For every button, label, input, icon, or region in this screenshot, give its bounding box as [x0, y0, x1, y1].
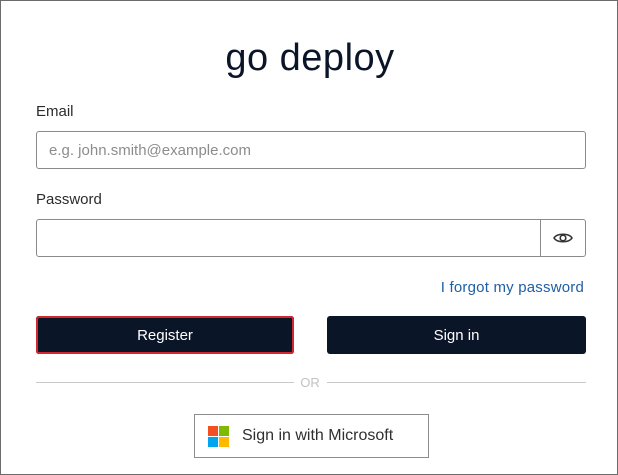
- app-title: go deploy: [225, 37, 395, 79]
- email-label: Email: [36, 103, 74, 120]
- microsoft-button-label: Sign in with Microsoft: [242, 427, 394, 444]
- sign-in-microsoft-button[interactable]: Sign in with Microsoft: [194, 414, 429, 458]
- register-button[interactable]: Register: [36, 316, 294, 354]
- eye-icon: [553, 233, 573, 243]
- login-window: go deploy Email Password I forgot my pas…: [0, 0, 618, 475]
- email-field[interactable]: [36, 131, 586, 169]
- sign-in-button[interactable]: Sign in: [327, 316, 586, 354]
- divider-right: [327, 382, 586, 383]
- show-password-button[interactable]: [540, 219, 586, 257]
- password-field[interactable]: [36, 219, 541, 257]
- forgot-password-link[interactable]: I forgot my password: [441, 279, 584, 296]
- microsoft-logo-icon: [208, 425, 229, 447]
- password-label: Password: [36, 191, 102, 208]
